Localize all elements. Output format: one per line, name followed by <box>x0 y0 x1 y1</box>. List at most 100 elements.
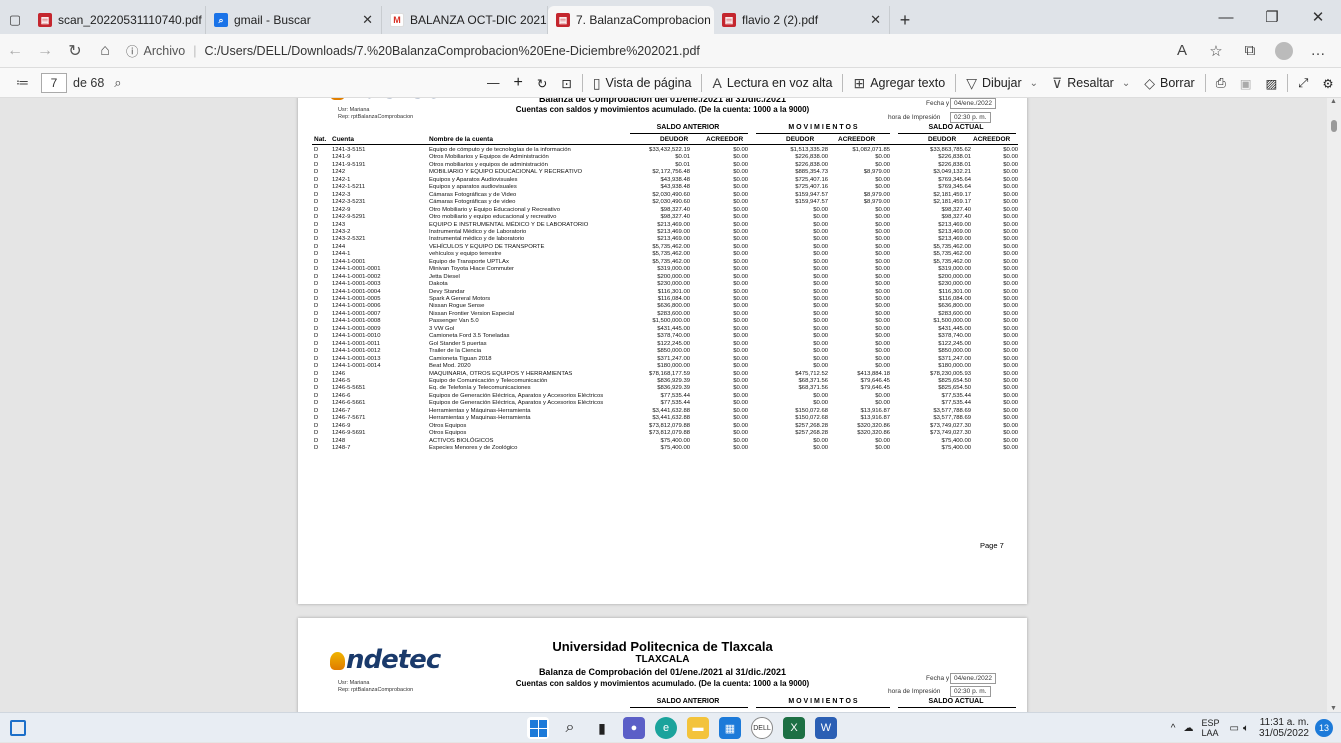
cell-mov-deudor: $885,354.73 <box>795 169 828 176</box>
cell-nat: D <box>314 400 319 407</box>
vertical-scrollbar[interactable]: ▲ ▼ <box>1327 98 1341 712</box>
find-icon[interactable]: ⌕ <box>114 75 121 91</box>
dell-icon[interactable]: DELL <box>751 717 773 739</box>
cell-saldo-ant-acreedor: $0.00 <box>733 214 748 221</box>
chevron-down-icon[interactable]: ⌄ <box>1030 78 1038 89</box>
tab-gmail-balanza[interactable]: MBALANZA OCT-DIC 2021 - cynth✕ <box>382 6 548 34</box>
excel-icon[interactable]: X <box>783 717 805 739</box>
contents-icon[interactable]: ≔ <box>16 75 29 91</box>
tab-flavio-pdf[interactable]: ▤ flavio 2 (2).pdf ✕ <box>714 6 890 34</box>
tab-actions-icon[interactable]: ▢ <box>0 6 30 34</box>
forward-icon[interactable]: → <box>30 36 60 66</box>
close-tab-icon[interactable]: ✕ <box>864 12 881 28</box>
cell-saldo-ant-acreedor: $0.00 <box>733 191 748 198</box>
refresh-icon[interactable]: ↻ <box>60 36 90 66</box>
volume-icon[interactable]: 🔈︎ <box>1243 723 1249 734</box>
more-icon[interactable]: … <box>1303 36 1333 66</box>
cell-saldo-act-deudor: $825,654.50 <box>938 377 971 384</box>
taskbar-apps: ⌕ ▮ ● e ▬ ▦ DELL X W <box>522 717 842 739</box>
chevron-down-icon[interactable]: ⌄ <box>1122 78 1130 89</box>
page-number-input[interactable]: 7 <box>41 72 67 93</box>
erase-button[interactable]: ◇ Borrar <box>1137 75 1202 92</box>
url-field[interactable]: ⓘ Archivo | C:/Users/DELL/Downloads/7.%2… <box>120 39 700 63</box>
home-icon[interactable]: ⌂ <box>90 36 120 66</box>
chat-icon[interactable]: ● <box>623 717 645 739</box>
divider <box>756 707 890 708</box>
new-tab-button[interactable]: + <box>890 6 920 34</box>
table-row: D 1244-1-0001-0009 3 VW Gol $431,445.00 $0.0… <box>298 326 1027 333</box>
cell-nat: D <box>314 296 319 302</box>
cell-mov-deudor: $0.00 <box>813 333 828 340</box>
table-row: D 1244-1-0001-0011 Gol Stander 5 puertas $1… <box>298 341 1027 348</box>
cell-mov-acreedor: $0.00 <box>875 206 890 213</box>
fit-page-icon[interactable]: ⊡ <box>554 76 578 91</box>
cell-cuenta: 1244-1-0001-0008 <box>332 318 381 325</box>
read-aloud-icon: A <box>712 75 722 91</box>
settings-icon[interactable]: ⚙ <box>1315 76 1340 91</box>
close-window-icon[interactable]: ✕ <box>1295 0 1341 34</box>
draw-label: Dibujar <box>982 76 1022 90</box>
minimize-icon[interactable]: — <box>1203 0 1249 34</box>
collections-icon[interactable]: ⧉ <box>1235 36 1265 66</box>
weather-icon[interactable]: ☁ <box>1183 723 1193 734</box>
cell-cuenta: 1246 <box>332 370 346 377</box>
scroll-down-icon[interactable]: ▼ <box>1330 705 1337 712</box>
tab-scan-pdf[interactable]: ▤scan_20220531110740.pdf✕ <box>30 6 206 34</box>
scroll-up-icon[interactable]: ▲ <box>1330 98 1337 105</box>
close-tab-icon[interactable]: ✕ <box>356 12 373 28</box>
cell-mov-deudor: $0.00 <box>813 296 828 302</box>
table-row: D 1248-7 Especies Menores y de Zoológico $7… <box>298 445 1027 452</box>
cell-saldo-ant-deudor: $122,245.00 <box>657 340 690 347</box>
cell-saldo-act-deudor: $636,800.00 <box>938 303 971 310</box>
pdf-viewer[interactable]: ndetec TLAXCALA Balanza de Comprobación … <box>0 98 1341 712</box>
cell-nombre: Otros Equipos <box>429 430 467 437</box>
tab-balanza-pdf[interactable]: ▤7. BalanzaComprobacion Ene-Di✕ <box>548 6 714 34</box>
start-icon[interactable] <box>527 717 549 739</box>
language-indicator[interactable]: ESP LAA <box>1201 718 1219 738</box>
network-icon[interactable]: ▭ <box>1229 723 1238 734</box>
tab-gmail-search[interactable]: ⌕ gmail - Buscar ✕ <box>206 6 382 34</box>
fullscreen-icon[interactable]: ⤢ <box>1291 76 1315 91</box>
page-view-label: Vista de página <box>605 76 692 90</box>
info-icon[interactable]: ⓘ <box>126 41 139 60</box>
cell-saldo-ant-deudor: $378,740.00 <box>657 333 690 340</box>
widgets-icon[interactable] <box>10 719 26 736</box>
scrollbar-thumb[interactable] <box>1331 120 1337 132</box>
zoom-in-button[interactable]: + <box>507 74 530 92</box>
zoom-out-button[interactable]: — <box>480 76 507 90</box>
add-text-button[interactable]: ⊞ Agregar texto <box>846 75 952 92</box>
edge-icon[interactable]: e <box>655 717 677 739</box>
restore-icon[interactable]: ❐ <box>1249 0 1295 34</box>
cell-saldo-ant-deudor: $431,445.00 <box>657 325 690 332</box>
file-explorer-icon[interactable]: ▬ <box>687 717 709 739</box>
col-deudor: DEUDOR <box>660 136 689 143</box>
notifications-badge[interactable]: 13 <box>1315 719 1333 737</box>
search-icon[interactable]: ⌕ <box>559 717 581 739</box>
cell-cuenta: 1248-7 <box>332 445 351 451</box>
cell-saldo-ant-deudor: $5,735,462.00 <box>652 258 690 265</box>
read-aloud-button[interactable]: A Lectura en voz alta <box>705 75 839 91</box>
back-icon[interactable]: ← <box>0 36 30 66</box>
read-aloud-icon[interactable]: A <box>1167 36 1197 66</box>
word-icon[interactable]: W <box>815 717 837 739</box>
cell-nombre: Equipos y Aparatos Audiovisuales <box>429 176 518 183</box>
draw-button[interactable]: ▽ Dibujar ⌄ <box>959 75 1045 92</box>
cell-saldo-ant-acreedor: $0.00 <box>733 340 748 347</box>
cell-nat: D <box>314 221 319 228</box>
highlight-button[interactable]: ⊽ Resaltar ⌄ <box>1045 75 1137 92</box>
rotate-icon[interactable]: ↻ <box>530 76 554 91</box>
page-view-button[interactable]: ▯ Vista de página <box>586 75 699 92</box>
report-title: Balanza de Comprobación del 01/ene./2021… <box>538 98 787 104</box>
cell-mov-deudor: $159,947.57 <box>795 191 828 198</box>
task-view-icon[interactable]: ▮ <box>591 717 613 739</box>
clock[interactable]: 11:31 a. m. 31/05/2022 <box>1259 717 1309 739</box>
print-icon[interactable]: ⎙ <box>1209 76 1233 91</box>
favorites-icon[interactable]: ☆ <box>1201 36 1231 66</box>
save-icon[interactable]: ▣ <box>1233 76 1259 91</box>
store-icon[interactable]: ▦ <box>719 717 741 739</box>
cell-cuenta: 1244-1-0001 <box>332 258 366 265</box>
cell-cuenta: 1244-1-0001-0001 <box>332 266 381 273</box>
save-as-icon[interactable]: ▨ <box>1259 76 1285 91</box>
profile-icon[interactable] <box>1269 36 1299 66</box>
chevron-up-icon[interactable]: ^ <box>1171 723 1176 734</box>
